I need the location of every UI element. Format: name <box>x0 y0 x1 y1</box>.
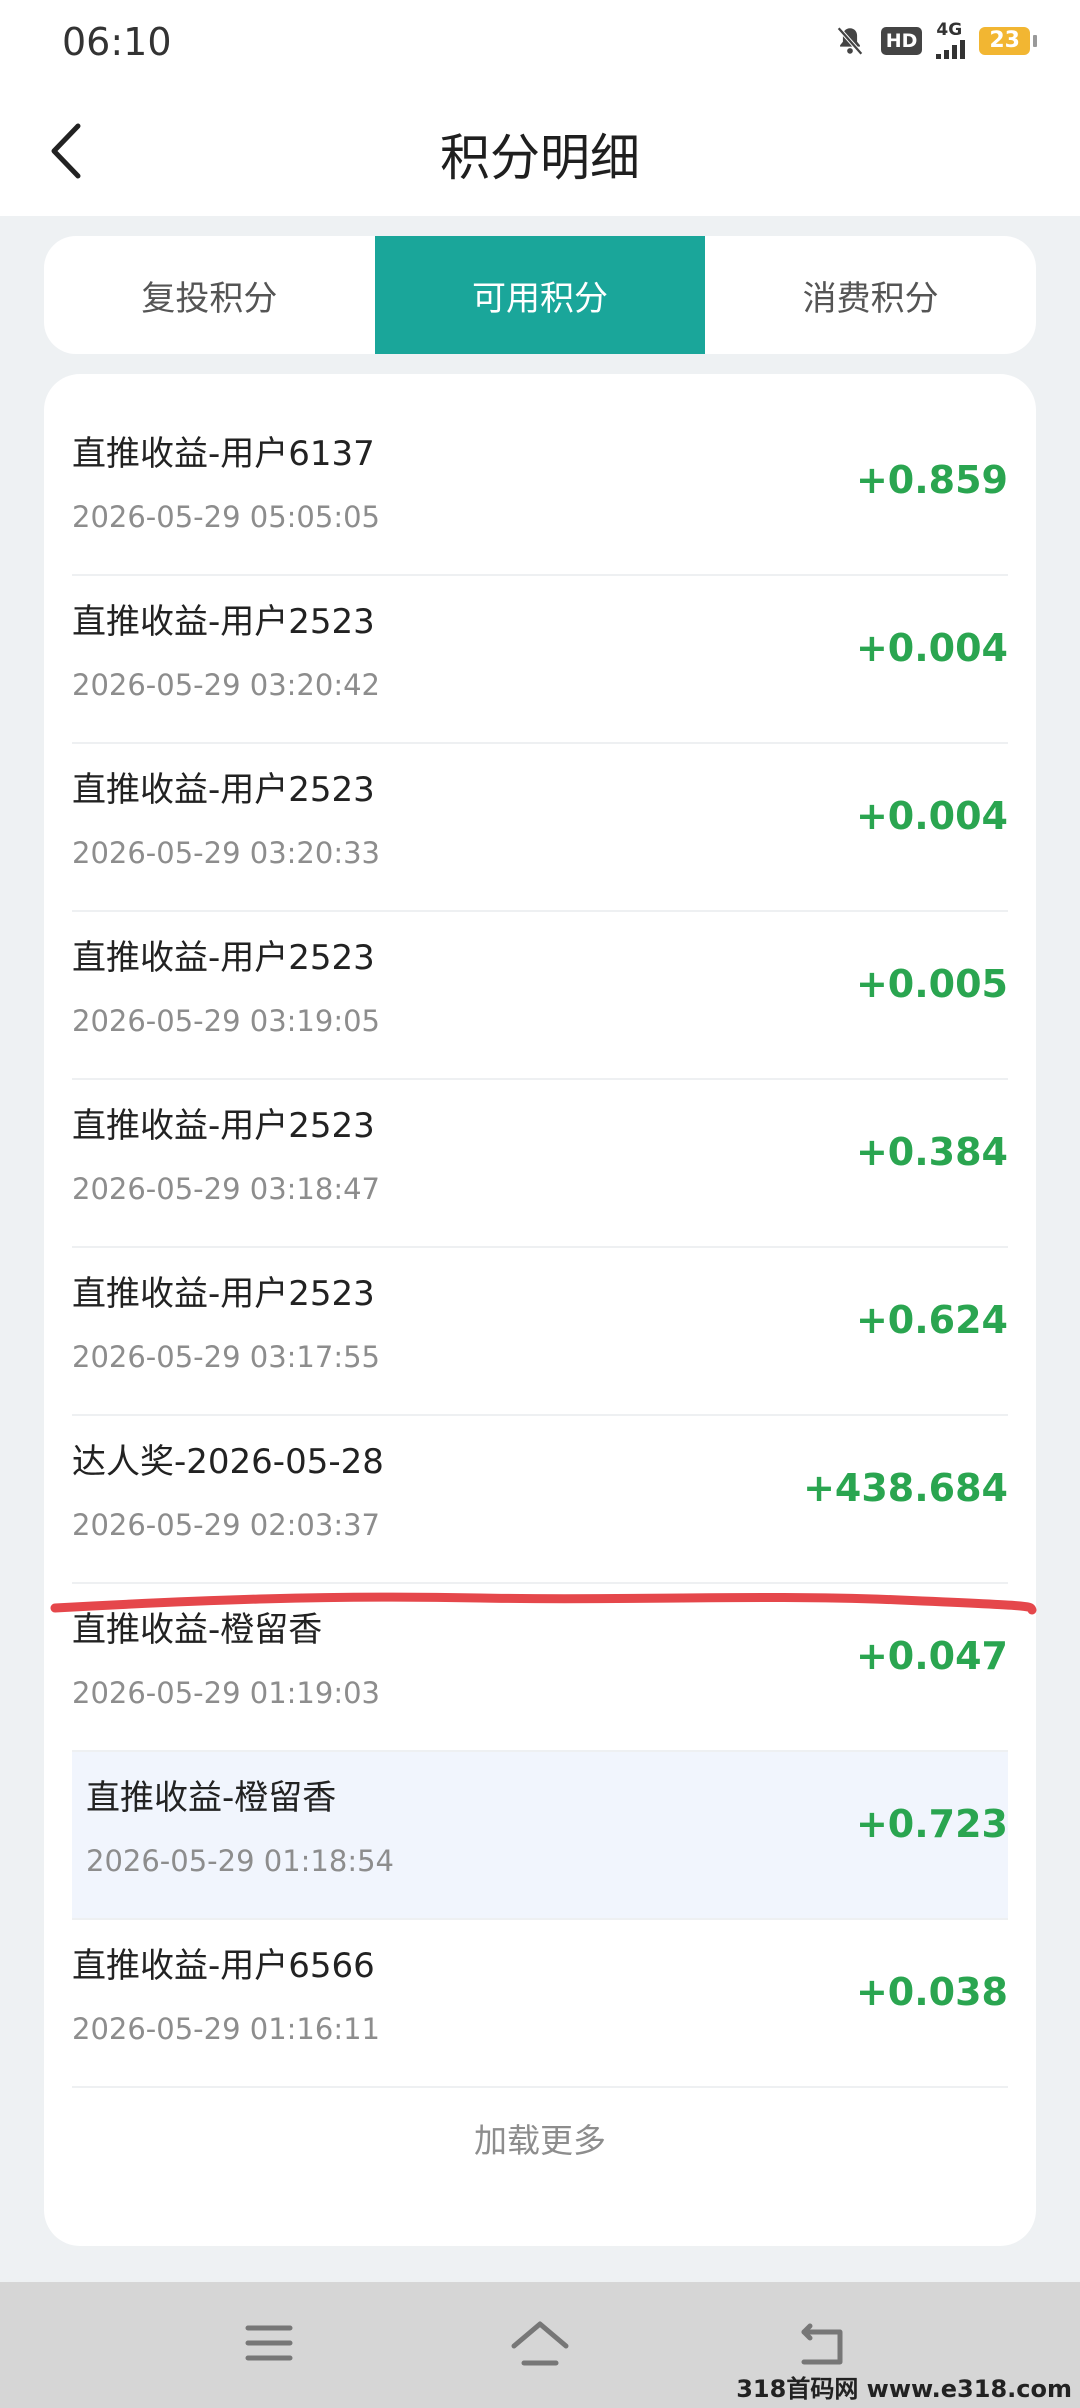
tab-available-points[interactable]: 可用积分 <box>374 236 706 354</box>
battery-icon: 23 <box>979 26 1037 55</box>
list-item[interactable]: 直推收益-用户6137 2026-05-29 05:05:05 +0.859 <box>72 408 1008 576</box>
record-amount: +0.384 <box>855 1130 1008 1174</box>
list-item[interactable]: 达人奖-2026-05-28 2026-05-29 02:03:37 +438.… <box>72 1416 1008 1584</box>
load-more-button[interactable]: 加载更多 <box>44 2114 1036 2162</box>
record-date: 2026-05-29 01:16:11 <box>72 2012 380 2046</box>
record-name: 直推收益-用户2523 <box>72 602 375 642</box>
record-amount: +0.005 <box>855 962 1008 1006</box>
record-name: 直推收益-用户2523 <box>72 938 375 978</box>
record-amount: +0.624 <box>855 1298 1008 1342</box>
record-name: 直推收益-用户6137 <box>72 434 375 474</box>
status-bar: 06:10 HD 4G 23 <box>0 0 1080 86</box>
status-time: 06:10 <box>62 20 172 64</box>
network-label: 4G <box>936 20 963 40</box>
record-date: 2026-05-29 03:20:33 <box>72 836 380 870</box>
record-name: 直推收益-用户2523 <box>72 1274 375 1314</box>
record-date: 2026-05-29 03:19:05 <box>72 1004 380 1038</box>
record-amount: +0.723 <box>855 1802 1008 1846</box>
records-card: 直推收益-用户6137 2026-05-29 05:05:05 +0.859 直… <box>44 374 1036 2246</box>
record-name: 达人奖-2026-05-28 <box>72 1442 384 1482</box>
return-icon[interactable] <box>796 2318 850 2370</box>
list-item[interactable]: 直推收益-橙留香 2026-05-29 01:19:03 +0.047 <box>72 1584 1008 1752</box>
list-item[interactable]: 直推收益-用户2523 2026-05-29 03:17:55 +0.624 <box>72 1248 1008 1416</box>
record-date: 2026-05-29 02:03:37 <box>72 1508 380 1542</box>
bell-muted-icon <box>836 26 863 55</box>
record-date: 2026-05-29 03:20:42 <box>72 668 380 702</box>
record-amount: +0.047 <box>855 1634 1008 1678</box>
tab-reinvest-points[interactable]: 复投积分 <box>44 236 375 354</box>
status-icons: HD 4G 23 <box>833 20 1037 59</box>
record-amount: +0.038 <box>855 1970 1008 2014</box>
list-item[interactable]: 直推收益-用户2523 2026-05-29 03:19:05 +0.005 <box>72 912 1008 1080</box>
watermark: 318首码网 www.e318.com <box>736 2375 1072 2403</box>
signal-icon: 4G <box>936 20 966 59</box>
record-amount: +0.004 <box>855 794 1008 838</box>
home-icon[interactable] <box>510 2318 570 2370</box>
record-date: 2026-05-29 05:05:05 <box>72 500 380 534</box>
record-date: 2026-05-29 03:18:47 <box>72 1172 380 1206</box>
list-item[interactable]: 直推收益-橙留香 2026-05-29 01:18:54 +0.723 <box>72 1752 1008 1920</box>
list-item[interactable]: 直推收益-用户6566 2026-05-29 01:16:11 +0.038 <box>72 1920 1008 2088</box>
system-nav-bar: 318首码网 www.e318.com <box>0 2282 1080 2408</box>
menu-icon[interactable] <box>244 2318 294 2368</box>
tab-consumption-points[interactable]: 消费积分 <box>705 236 1036 354</box>
record-date: 2026-05-29 03:17:55 <box>72 1340 380 1374</box>
record-amount: +0.859 <box>855 458 1008 502</box>
record-amount: +438.684 <box>803 1466 1008 1510</box>
record-date: 2026-05-29 01:19:03 <box>72 1676 380 1710</box>
list-item[interactable]: 直推收益-用户2523 2026-05-29 03:20:33 +0.004 <box>72 744 1008 912</box>
record-name: 直推收益-用户6566 <box>72 1946 375 1986</box>
record-name: 直推收益-用户2523 <box>72 770 375 810</box>
hd-icon: HD <box>880 26 923 55</box>
record-name: 直推收益-橙留香 <box>72 1610 323 1650</box>
record-name: 直推收益-用户2523 <box>72 1106 375 1146</box>
list-item[interactable]: 直推收益-用户2523 2026-05-29 03:18:47 +0.384 <box>72 1080 1008 1248</box>
record-amount: +0.004 <box>855 626 1008 670</box>
record-date: 2026-05-29 01:18:54 <box>86 1844 394 1878</box>
record-name: 直推收益-橙留香 <box>86 1778 337 1818</box>
list-item[interactable]: 直推收益-用户2523 2026-05-29 03:20:42 +0.004 <box>72 576 1008 744</box>
app-header: 积分明细 <box>0 86 1080 216</box>
page-title: 积分明细 <box>440 129 640 187</box>
records-list: 直推收益-用户6137 2026-05-29 05:05:05 +0.859 直… <box>72 408 1008 2088</box>
points-tabs: 复投积分 可用积分 消费积分 <box>44 236 1036 354</box>
